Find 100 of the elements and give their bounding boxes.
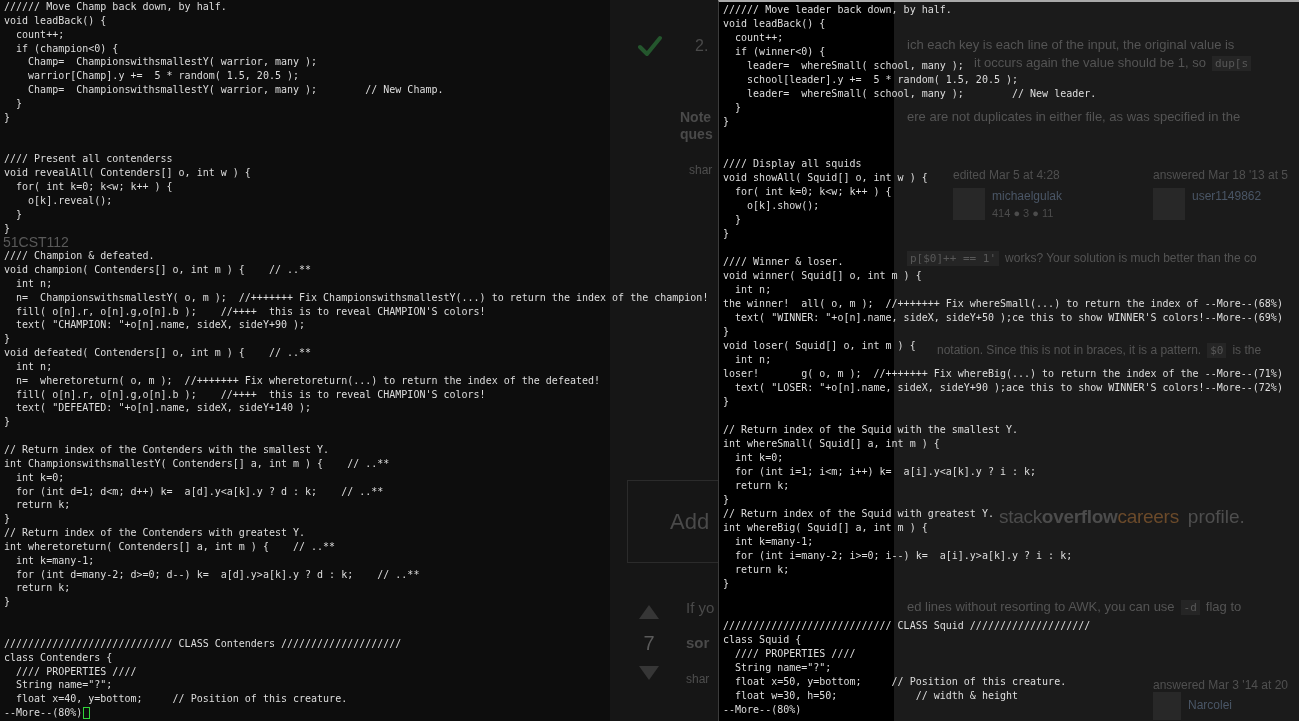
- code-line: text( "CHAMPION: "+o[n].name, sideX, sideY+90 );: [15, 318, 306, 333]
- code-line: }: [723, 493, 730, 507]
- code-line: fill( o[n].r, o[n].g,o[n].b ); //++++ this is to reveal CHAMPION'S colors!: [15, 387, 486, 402]
- code-line: text( "DEFEATED: "+o[n].name, sideX, sideY+140 );: [15, 401, 312, 416]
- code-line: int n;: [734, 353, 772, 367]
- code-line: leader= whereSmall( school, many );: [746, 59, 964, 73]
- code-line: //// PROPERTIES ////: [734, 647, 856, 661]
- code-line: float w=30, h=50; // width & height: [734, 689, 1018, 703]
- code-line: }: [4, 512, 11, 527]
- code-line: o[k].show();: [746, 199, 820, 213]
- code-line: }: [723, 227, 730, 241]
- code-line: int ChampionswithsmallestY( Contenders[] a, int m ) { // ..**: [4, 456, 390, 471]
- code-line: Champ= ChampionswithsmallestY( warrior, many );: [27, 55, 318, 70]
- code-line: void loser( Squid[] o, int m ) {: [723, 339, 916, 353]
- code-line: loser! g( o, m ); //+++++++ Fix whereBig(...) to return the index of the --More--(71%): [723, 367, 1283, 381]
- code-line: int whereBig( Squid[] a, int m ) {: [723, 521, 928, 535]
- code-line: count++;: [734, 31, 784, 45]
- code-line: // Return index of the Squid with greatest Y.: [723, 507, 994, 521]
- code-line: Champ= ChampionswithsmallestY( warrior, many ); // New Champ.: [27, 83, 444, 97]
- code-line: //// Champion & defeated.: [4, 249, 155, 264]
- code-line: fill( o[n].r, o[n].g,o[n].b ); //++++ this is to reveal CHAMPION'S colors!: [15, 304, 486, 319]
- code-line: for (int i=1; i<m; i++) k= a[i].y<a[k].y ? i : k;: [734, 465, 1037, 479]
- vote-down-icon[interactable]: [639, 666, 659, 680]
- code-line: String name="?";: [15, 678, 113, 693]
- code-line: }: [4, 332, 11, 347]
- code-line: }: [734, 101, 742, 115]
- code-line: return k;: [15, 498, 71, 513]
- share-link[interactable]: shar: [686, 672, 710, 686]
- user-name[interactable]: michaelgulak: [992, 189, 1063, 203]
- code-line: }: [723, 115, 730, 129]
- code-line: return k;: [15, 581, 71, 596]
- code-line: }: [4, 221, 11, 236]
- code-line: the winner! all( o, m ); //+++++++ Fix whereSmall(...) to return the index of --More--(68%): [723, 297, 1283, 311]
- code-line: for (int i=many-2; i>=0; i--) k= a[i].y>a[k].y ? i : k;: [734, 549, 1073, 563]
- code-line: int k=many-1;: [734, 535, 814, 549]
- code-line: }: [723, 395, 730, 409]
- code-line: for (int d=many-2; d>=0; d--) k= a[d].y>a[k].y ? d : k; // ..**: [15, 567, 420, 582]
- code-line: leader= whereSmall( school, many ); // New leader.: [746, 87, 1097, 101]
- share-link[interactable]: shar: [689, 163, 713, 177]
- code-line: count++;: [15, 27, 65, 42]
- user-name[interactable]: user1149862: [1192, 189, 1262, 203]
- code-line: // Return index of the Contenders with greatest Y.: [4, 526, 306, 540]
- code-line: }: [15, 207, 23, 222]
- code-line: for( int k=0; k<w; k++ ) {: [15, 179, 173, 194]
- code-line: }: [4, 595, 11, 610]
- code-line: int whereSmall( Squid[] a, int m ) {: [723, 437, 940, 451]
- code-line: //// PROPERTIES ////: [15, 664, 137, 679]
- code-line: }: [4, 110, 11, 125]
- code-line: void leadBack() {: [723, 17, 826, 31]
- code-line: for (int d=1; d<m; d++) k= a[d].y<a[k].y ? d : k; // ..**: [15, 484, 384, 499]
- code-line: void winner( Squid[] o, int m ) {: [723, 269, 922, 283]
- code-line: text( "WINNER: "+o[n].name, sideX, sideY+50 );ce this to show WINNER'S colors!--More--(69%): [734, 311, 1283, 325]
- code-line: void defeated( Contenders[] o, int m ) { // ..**: [4, 346, 312, 360]
- code-line: int k=0;: [734, 451, 784, 465]
- code-line: class Contenders {: [4, 650, 113, 665]
- code-line: //// Display all squids: [723, 157, 862, 171]
- code-line: o[k].reveal();: [27, 193, 113, 208]
- code-line: //////////////////////////// CLASS Squid ////////////////////: [723, 619, 1091, 633]
- code-line: //// Winner & loser.: [723, 255, 844, 269]
- code-line: void showAll( Squid[] o, int w ) {: [723, 171, 928, 185]
- vote-up-icon[interactable]: [639, 605, 659, 619]
- code-line: n= ChampionswithsmallestY( o, m ); //+++++++ Fix ChampionswithsmallestY(...) to return the index of the champion!: [15, 290, 709, 305]
- code-line: void revealAll( Contenders[] o, int w ) {: [4, 166, 251, 180]
- code-line: // Return index of the Contenders with the smallest Y.: [4, 443, 330, 457]
- code-line: void leadBack() {: [4, 13, 107, 28]
- code-line: n= wheretoreturn( o, m ); //+++++++ Fix wheretoreturn(...) to return the index of the defeated!: [15, 373, 601, 388]
- code-line: float x=40, y=bottom; // Position of this creature.: [15, 692, 348, 707]
- code-line: int n;: [15, 276, 53, 291]
- code-line: }: [4, 415, 11, 430]
- code-line: // Return index of the Squid with the smallest Y.: [723, 423, 1018, 437]
- code-line: }: [15, 96, 23, 111]
- code-line: school[leader].y += 5 * random( 1.5, 20.5 );: [746, 73, 1018, 87]
- code-line: text( "LOSER: "+o[n].name, sideX, sideY+90 );ace this to show WINNER'S colors!--More--(72%): [734, 381, 1283, 395]
- sheet-title: 51CST112: [3, 235, 69, 249]
- code-line: }: [723, 325, 730, 339]
- code-line: return k;: [734, 563, 790, 577]
- code-line: ////// Move leader back down, by half.: [723, 3, 952, 17]
- code-line: //// Present all contenderss: [4, 152, 173, 167]
- code-line: return k;: [734, 479, 790, 493]
- code-line: int wheretoreturn( Contenders[] a, int m ) { // ..**: [4, 539, 336, 554]
- code-line: int n;: [15, 359, 53, 374]
- user-name[interactable]: Narcolei: [1188, 698, 1232, 712]
- code-line: for( int k=0; k<w; k++ ) {: [734, 185, 892, 199]
- code-line: if (winner<0) {: [734, 45, 826, 59]
- code-line: int n;: [734, 283, 772, 297]
- code-line: ////// Move Champ back down, by half.: [4, 0, 227, 14]
- pager-prompt: --More--(80%): [723, 703, 802, 717]
- code-line: int k=many-1;: [15, 553, 95, 568]
- code-line: String name="?";: [734, 661, 832, 675]
- post-text: it occurs again the value should be 1, so: [974, 55, 1206, 71]
- code-line: if (champion<0) {: [15, 41, 119, 56]
- pager-prompt: --More--(80%): [4, 706, 83, 720]
- vote-count: 7: [643, 631, 655, 655]
- code-line: //////////////////////////// CLASS Contenders ////////////////////: [4, 636, 402, 651]
- code-line: warrior[Champ].y += 5 * random( 1.5, 20.5 );: [27, 69, 299, 84]
- code-line: class Squid {: [723, 633, 802, 647]
- code-line: void champion( Contenders[] o, int m ) { // ..**: [4, 263, 312, 277]
- code-line: int k=0;: [15, 470, 65, 485]
- code-line: float x=50, y=bottom; // Position of this creature.: [734, 675, 1067, 689]
- code-line: }: [734, 213, 742, 227]
